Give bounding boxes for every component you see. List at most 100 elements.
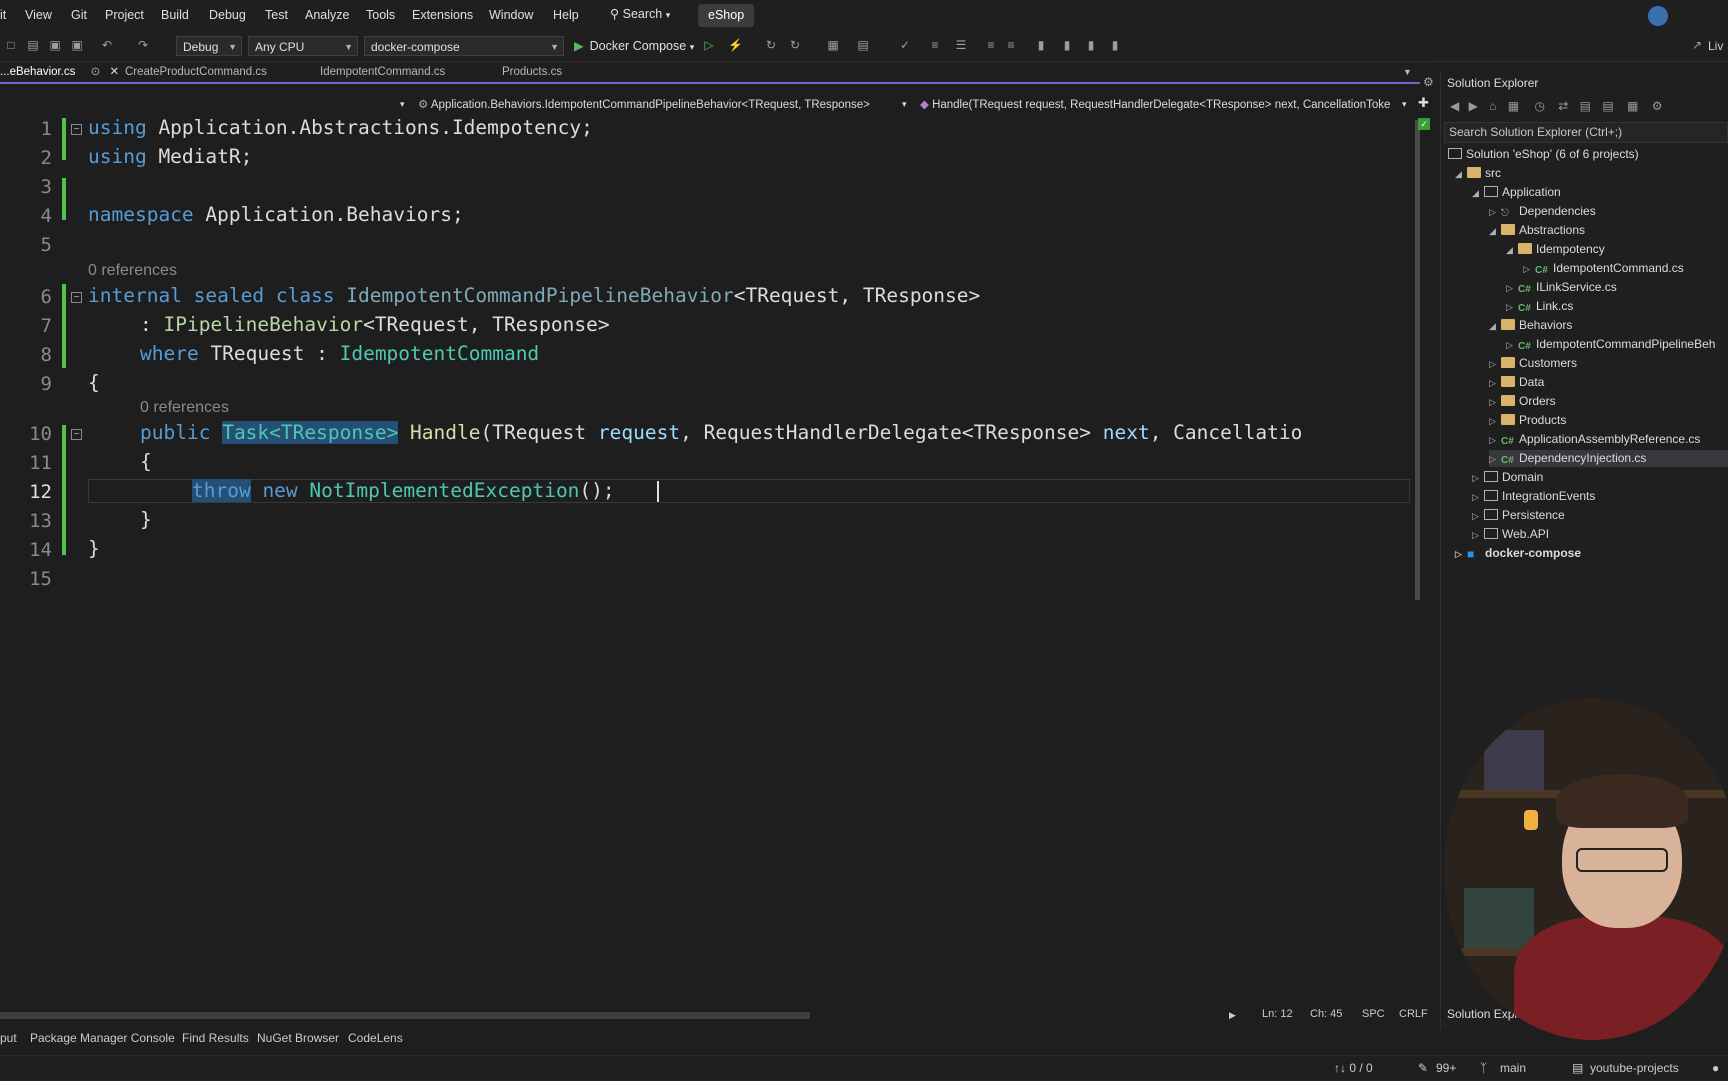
collapsed-icon[interactable]: ▷ — [1506, 337, 1518, 354]
redo-icon[interactable]: ↷ — [136, 39, 150, 52]
chevron-down-icon[interactable]: ▾ — [400, 99, 405, 110]
tab-overflow-icon[interactable]: ▼ — [1403, 62, 1412, 82]
codelens-references[interactable]: 0 references — [140, 399, 229, 417]
whitespace-indicator[interactable]: SPC — [1362, 1008, 1385, 1020]
collapsed-icon[interactable]: ▷ — [1489, 375, 1501, 392]
collapsed-icon[interactable]: ▷ — [1489, 413, 1501, 430]
tree-item-solution[interactable]: Solution 'eShop' (6 of 6 projects) — [1448, 146, 1639, 163]
undo-icon[interactable]: ↶ — [100, 39, 114, 52]
tab-pipeline-behavior[interactable]: ...eBehavior.cs ⊙ ✕ — [0, 62, 119, 82]
tree-item-dependencies[interactable]: ▷ ⎋ Dependencies — [1489, 203, 1596, 220]
scroll-thumb[interactable] — [1415, 120, 1420, 600]
expanded-icon[interactable]: ◢ — [1455, 166, 1467, 183]
collapsed-icon[interactable]: ▷ — [1506, 299, 1518, 316]
collapsed-icon[interactable]: ▷ — [1472, 489, 1484, 506]
tree-item-persistence[interactable]: ▷ Persistence — [1472, 507, 1565, 524]
scroll-right-icon[interactable]: ▶ — [1229, 1010, 1236, 1021]
search-button[interactable]: ⚲ Search ▾ — [610, 6, 670, 21]
tree-item-orders[interactable]: ▷ Orders — [1489, 393, 1556, 410]
tab-output[interactable]: put — [0, 1031, 17, 1045]
tab-codelens[interactable]: CodeLens — [348, 1031, 403, 1045]
save-all-icon[interactable]: ▣ — [70, 39, 84, 52]
expanded-icon[interactable]: ◢ — [1489, 318, 1501, 335]
tab-products[interactable]: Products.cs — [502, 62, 562, 82]
tab-nuget-browser[interactable]: NuGet Browser — [257, 1031, 339, 1045]
collapsed-icon[interactable]: ▷ — [1489, 432, 1501, 449]
show-all-files-icon[interactable]: ▤ — [1602, 99, 1613, 113]
settings-gear-icon[interactable]: ⚙ — [1423, 75, 1434, 89]
add-icon[interactable]: ✚ — [1418, 95, 1429, 111]
menu-analyze[interactable]: Analyze — [305, 8, 349, 22]
pin-icon[interactable]: ⊙ — [91, 66, 101, 78]
tab-idempotent-command[interactable]: IdempotentCommand.cs — [320, 62, 445, 82]
open-folder-icon[interactable]: ▤ — [26, 39, 40, 52]
align-icon[interactable]: ≡ — [928, 39, 942, 52]
collapsed-icon[interactable]: ▷ — [1489, 204, 1501, 221]
collapse-all-icon[interactable]: ▤ — [1580, 99, 1591, 113]
switch-views-icon[interactable]: ▦ — [1508, 99, 1519, 113]
collapsed-icon[interactable]: ▷ — [1472, 470, 1484, 487]
tree-item-dependency-injection[interactable]: ▷ C# DependencyInjection.cs — [1489, 450, 1728, 467]
step-icon[interactable]: ↻ — [764, 39, 778, 52]
tree-item-ilinkservice[interactable]: ▷ C# ILinkService.cs — [1506, 279, 1617, 296]
sync-icon[interactable]: ⇄ — [1558, 99, 1568, 113]
no-issues-icon[interactable]: ✓ — [1418, 118, 1430, 130]
line-indicator[interactable]: Ln: 12 — [1262, 1008, 1293, 1020]
collapse-icon[interactable]: − — [71, 292, 82, 303]
start-without-debugging-icon[interactable]: ▷ — [702, 39, 716, 52]
collapse-icon[interactable]: − — [71, 124, 82, 135]
line-ending-indicator[interactable]: CRLF — [1399, 1008, 1428, 1020]
tree-item-customers[interactable]: ▷ Customers — [1489, 355, 1577, 372]
menu-build[interactable]: Build — [161, 8, 189, 22]
bookmark-icon[interactable]: ▮ — [1034, 39, 1048, 52]
preview-icon[interactable]: ▦ — [1627, 99, 1638, 113]
tree-item-domain[interactable]: ▷ Domain — [1472, 469, 1543, 486]
sync-status[interactable]: ↑↓ 0 / 0 — [1334, 1061, 1373, 1075]
properties-icon[interactable]: ⚙ — [1652, 99, 1663, 113]
pending-changes-count[interactable]: 99+ — [1436, 1061, 1456, 1075]
close-icon[interactable]: ✕ — [109, 66, 119, 78]
menu-git[interactable]: Git — [71, 8, 87, 22]
codelens-references[interactable]: 0 references — [88, 262, 177, 280]
tree-item-idempotency[interactable]: ◢ Idempotency — [1506, 241, 1605, 258]
account-avatar-icon[interactable] — [1648, 6, 1668, 26]
pending-changes-filter-icon[interactable]: ◷ — [1534, 99, 1544, 113]
new-file-icon[interactable]: □ — [4, 39, 18, 52]
layout-icon[interactable]: ▤ — [856, 39, 870, 52]
tree-item-docker-compose[interactable]: ▷ ■ docker-compose — [1455, 545, 1581, 562]
tree-item-pipeline-behavior[interactable]: ▷ C# IdempotentCommandPipelineBeh — [1506, 336, 1715, 353]
run-button[interactable]: ▶ Docker Compose ▾ — [574, 36, 694, 56]
startup-project-dropdown[interactable]: docker-compose ▼ — [364, 36, 564, 56]
browser-icon[interactable]: ▦ — [826, 39, 840, 52]
column-indicator[interactable]: Ch: 45 — [1310, 1008, 1342, 1020]
menu-window[interactable]: Window — [489, 8, 533, 22]
type-navigator[interactable]: ⚙ Application.Behaviors.IdempotentComman… — [418, 97, 870, 111]
back-icon[interactable]: ◀ — [1450, 99, 1459, 113]
collapsed-icon[interactable]: ▷ — [1489, 394, 1501, 411]
tree-item-integration-events[interactable]: ▷ IntegrationEvents — [1472, 488, 1595, 505]
tree-item-src[interactable]: ◢ src — [1455, 165, 1501, 182]
collapsed-icon[interactable]: ▷ — [1489, 451, 1501, 468]
prev-bookmark-icon[interactable]: ▮ — [1060, 39, 1074, 52]
comment-icon[interactable]: ☰ — [954, 39, 968, 52]
chevron-down-icon[interactable]: ▾ — [902, 99, 907, 110]
live-share-icon[interactable]: ↗ — [1690, 39, 1704, 52]
solution-explorer-search-input[interactable]: Search Solution Explorer (Ctrl+;) — [1444, 122, 1728, 143]
menu-edit[interactable]: it — [0, 8, 6, 22]
tab-find-results[interactable]: Find Results — [182, 1031, 249, 1045]
tree-item-data[interactable]: ▷ Data — [1489, 374, 1544, 391]
tab-create-product-command[interactable]: CreateProductCommand.cs — [125, 62, 267, 82]
tree-item-behaviors[interactable]: ◢ Behaviors — [1489, 317, 1572, 334]
home-icon[interactable]: ⌂ — [1489, 99, 1496, 113]
spell-check-icon[interactable]: ✓ — [898, 39, 912, 52]
repository-name[interactable]: youtube-projects — [1590, 1061, 1679, 1075]
tab-package-manager-console[interactable]: Package Manager Console — [30, 1031, 175, 1045]
restart-icon[interactable]: ↻ — [788, 39, 802, 52]
tree-item-idempotent-command[interactable]: ▷ C# IdempotentCommand.cs — [1523, 260, 1684, 277]
menu-debug[interactable]: Debug — [209, 8, 246, 22]
expanded-icon[interactable]: ◢ — [1506, 242, 1518, 259]
forward-icon[interactable]: ▶ — [1469, 99, 1478, 113]
tree-item-products[interactable]: ▷ Products — [1489, 412, 1566, 429]
menu-tools[interactable]: Tools — [366, 8, 395, 22]
chevron-down-icon[interactable]: ▾ — [1402, 99, 1407, 110]
